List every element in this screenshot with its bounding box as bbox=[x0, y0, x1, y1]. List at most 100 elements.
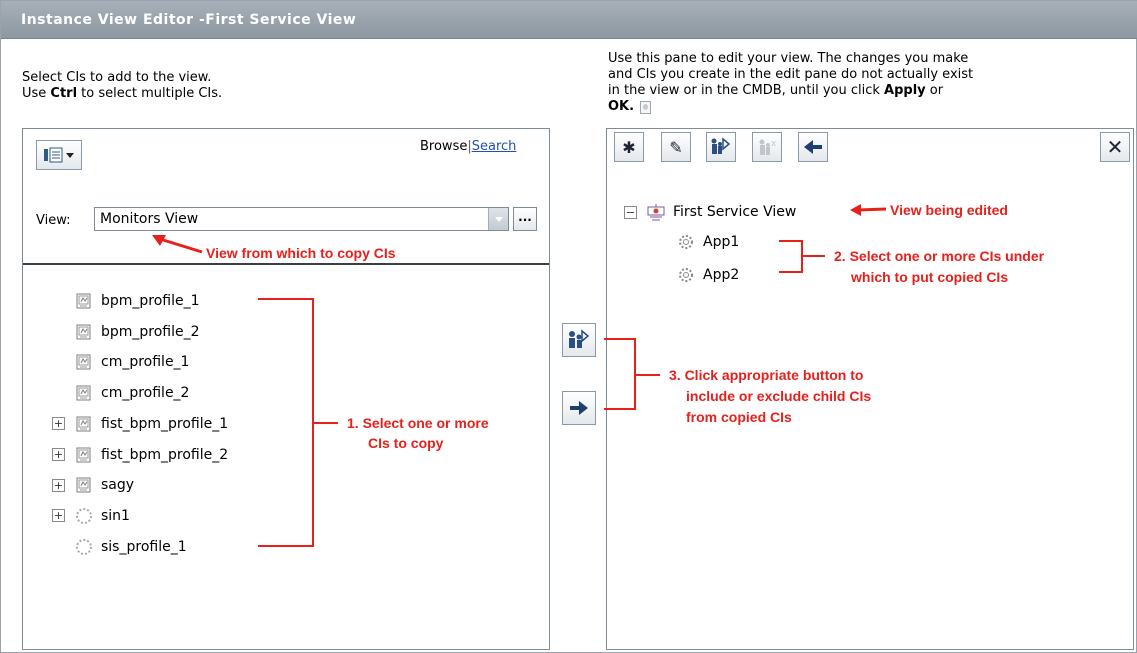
view-tree-icon bbox=[44, 147, 74, 163]
right-instruction-line-1: Use this pane to edit your view. The cha… bbox=[608, 51, 969, 66]
expand-toggle[interactable]: + bbox=[52, 509, 65, 523]
monitor-icon bbox=[76, 385, 91, 401]
source-tree-item[interactable]: bpm_profile_2 bbox=[52, 320, 200, 344]
expand-toggle[interactable]: + bbox=[52, 478, 65, 492]
copy-with-children-icon bbox=[569, 329, 590, 348]
tree-label: sagy bbox=[101, 477, 135, 494]
left-instructions: Select CIs to add to the view. Use Ctrl … bbox=[22, 70, 222, 102]
dotted-circle-icon bbox=[76, 538, 92, 555]
move-left-button[interactable] bbox=[798, 132, 828, 162]
edit-tree-root[interactable]: − First Service View bbox=[624, 200, 796, 224]
monitor-icon bbox=[76, 416, 91, 432]
service-view-icon bbox=[647, 204, 665, 221]
edit-tree-item[interactable]: App2 bbox=[677, 263, 739, 287]
callout-arrow-view-copy bbox=[152, 235, 203, 254]
annotation-view-edited: View being edited bbox=[890, 202, 1008, 218]
source-tree-item[interactable]: cm_profile_2 bbox=[52, 381, 189, 405]
monitor-icon bbox=[76, 447, 91, 462]
tip-bulb-icon[interactable] bbox=[640, 100, 652, 114]
search-link[interactable]: Search bbox=[472, 139, 517, 154]
tree-label: sin1 bbox=[101, 507, 130, 524]
source-tree-item[interactable]: + fist_bpm_profile_2 bbox=[52, 443, 228, 467]
close-icon: ✕ bbox=[1106, 135, 1124, 159]
browse-link[interactable]: Browse bbox=[420, 139, 467, 154]
apply-label: Apply bbox=[884, 83, 926, 98]
annotation-select-under-line-1: 2. Select one or more CIs under bbox=[834, 248, 1045, 264]
tree-label: App2 bbox=[703, 267, 740, 283]
asterisk-icon: ✱ bbox=[622, 137, 636, 157]
title-bar: Instance View Editor -First Service View bbox=[1, 1, 1137, 39]
tree-label: fist_bpm_profile_2 bbox=[101, 446, 229, 463]
window-title: Instance View Editor -First Service View bbox=[21, 12, 357, 28]
edit-tree-item[interactable]: App1 bbox=[677, 230, 739, 254]
callout-bracket-top bbox=[604, 338, 636, 340]
tree-label: fist_bpm_profile_1 bbox=[101, 415, 229, 432]
right-instruction-line-2: and CIs you create in the edit pane do n… bbox=[608, 67, 974, 82]
move-with-children-icon bbox=[711, 137, 731, 154]
monitor-icon bbox=[76, 354, 91, 370]
source-tree-item[interactable]: + fist_bpm_profile_1 bbox=[52, 412, 228, 436]
pencil-icon: ✎ bbox=[669, 137, 683, 157]
expand-toggle[interactable]: + bbox=[52, 448, 65, 461]
remove-children-icon: x bbox=[759, 139, 777, 155]
tree-label: bpm_profile_1 bbox=[101, 293, 200, 309]
view-select-value: Monitors View bbox=[100, 211, 199, 227]
application-icon bbox=[679, 235, 693, 249]
annotation-click-button-line-2: include or exclude child CIs bbox=[686, 388, 872, 404]
browse-search-switch: Browse|Search bbox=[420, 139, 517, 154]
source-tree-item[interactable]: sis_profile_1 bbox=[52, 535, 187, 559]
right-instruction-line-3: in the view or in the CMDB, until you cl… bbox=[608, 83, 944, 98]
source-tree-item[interactable]: bpm_profile_1 bbox=[52, 289, 200, 313]
callout-bracket-tick bbox=[312, 422, 338, 424]
callout-bracket-tick bbox=[634, 374, 660, 376]
add-without-children-button[interactable] bbox=[562, 391, 596, 425]
new-ci-button[interactable]: ✱ bbox=[614, 132, 644, 162]
tree-label: bpm_profile_2 bbox=[101, 323, 200, 340]
view-browse-button[interactable]: ... bbox=[513, 207, 537, 231]
tree-label: App1 bbox=[703, 234, 740, 250]
add-with-children-button[interactable] bbox=[562, 323, 596, 357]
annotation-select-cis-line-2: CIs to copy bbox=[368, 435, 444, 451]
left-instruction-line-1: Select CIs to add to the view. bbox=[22, 70, 212, 85]
close-pane-button[interactable]: ✕ bbox=[1100, 132, 1130, 162]
dropdown-arrow-icon[interactable] bbox=[488, 208, 508, 230]
ctrl-key-label: Ctrl bbox=[50, 86, 78, 101]
monitor-icon bbox=[76, 324, 91, 340]
annotation-view-copy: View from which to copy CIs bbox=[206, 245, 396, 261]
callout-bracket-bottom bbox=[258, 545, 314, 547]
tree-label: cm_profile_1 bbox=[101, 354, 190, 371]
expand-toggle[interactable]: + bbox=[52, 417, 65, 431]
collapse-toggle[interactable]: − bbox=[624, 205, 637, 219]
view-select[interactable]: Monitors View bbox=[94, 207, 509, 231]
move-ci-button[interactable] bbox=[706, 132, 736, 162]
pane-separator bbox=[23, 263, 549, 265]
remove-ci-button[interactable]: x bbox=[752, 132, 782, 162]
annotation-click-button-line-3: from copied CIs bbox=[686, 409, 792, 425]
right-instruction-line-4: OK. bbox=[608, 99, 973, 115]
callout-bracket-tick bbox=[801, 255, 825, 257]
annotation-select-cis-line-1: 1. Select one or more bbox=[347, 415, 489, 431]
tree-label: cm_profile_2 bbox=[101, 385, 190, 402]
view-label: View: bbox=[36, 213, 71, 228]
tree-label: sis_profile_1 bbox=[101, 538, 187, 555]
callout-bracket-bottom bbox=[604, 408, 636, 410]
callout-bracket-bottom bbox=[779, 271, 803, 273]
edit-button[interactable]: ✎ bbox=[661, 132, 691, 162]
source-tree-item[interactable]: + sin1 bbox=[52, 504, 130, 528]
monitor-icon bbox=[76, 477, 91, 493]
right-instructions: Use this pane to edit your view. The cha… bbox=[608, 51, 973, 115]
annotation-click-button-line-1: 3. Click appropriate button to bbox=[669, 367, 864, 383]
application-icon bbox=[679, 268, 693, 282]
right-arrow-icon bbox=[570, 401, 588, 415]
dotted-circle-icon bbox=[76, 507, 92, 524]
ok-label: OK. bbox=[608, 99, 635, 114]
left-arrow-icon bbox=[804, 140, 822, 154]
callout-arrow-view-edited bbox=[850, 204, 887, 216]
callout-bracket-top bbox=[779, 240, 803, 242]
tree-label: First Service View bbox=[673, 204, 797, 220]
source-tree-item[interactable]: cm_profile_1 bbox=[52, 350, 189, 374]
source-tree-item[interactable]: + sagy bbox=[52, 473, 134, 497]
callout-bracket-top bbox=[258, 298, 314, 300]
annotation-select-under-line-2: which to put copied CIs bbox=[851, 269, 1009, 285]
view-selector-menu-button[interactable] bbox=[36, 140, 82, 170]
